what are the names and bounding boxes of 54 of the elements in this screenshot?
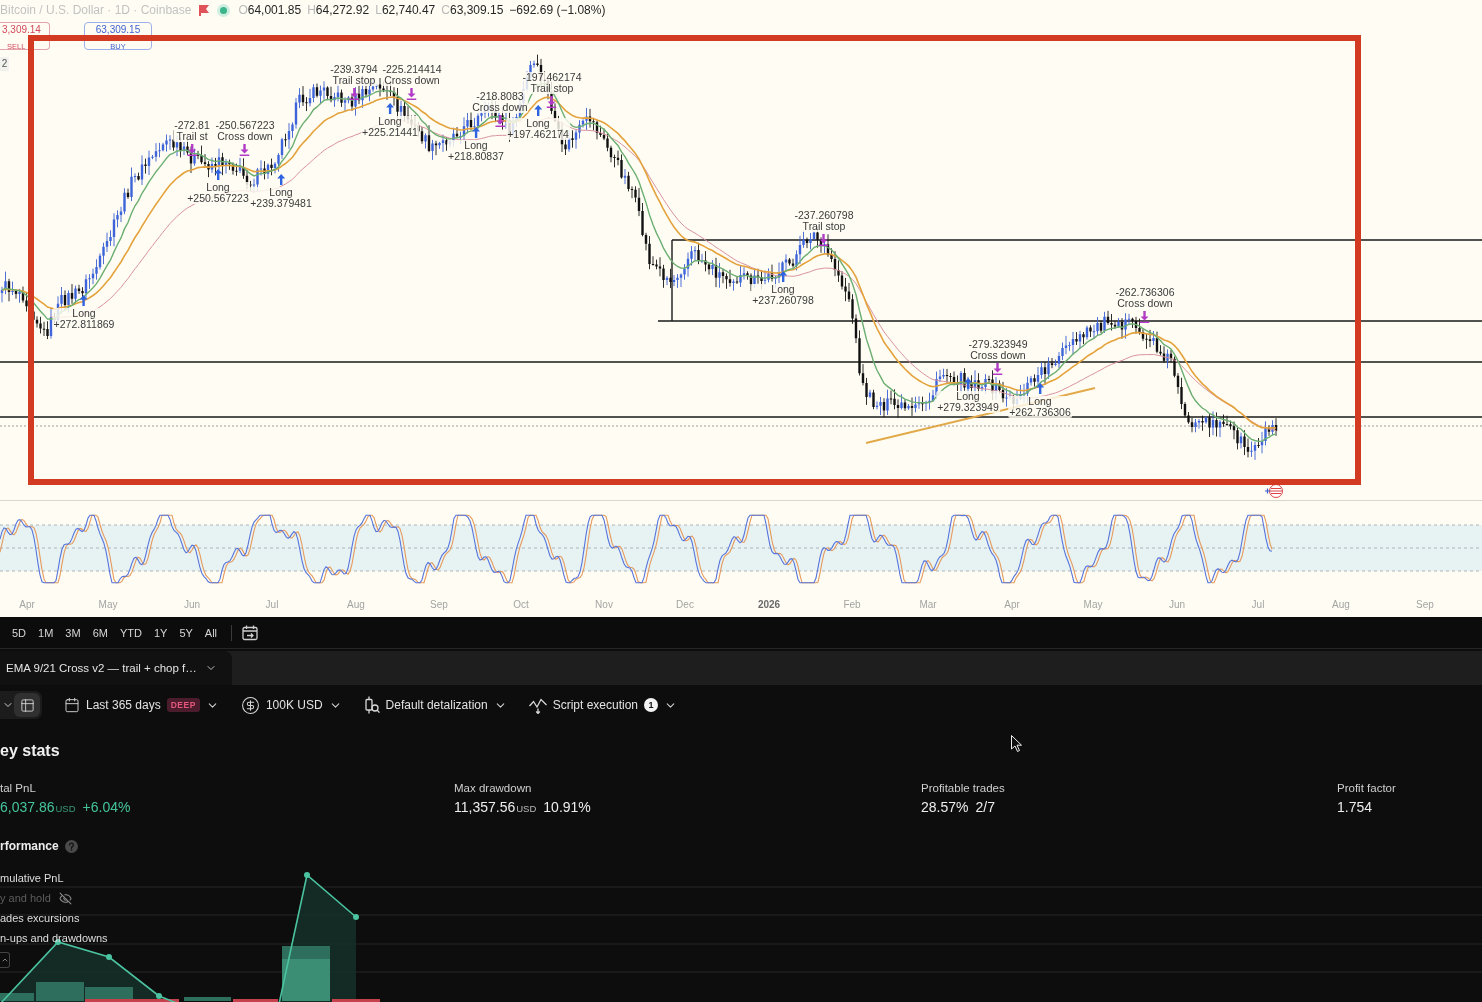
- axis-label: Apr: [1004, 598, 1020, 611]
- axis-label: Dec: [676, 598, 694, 611]
- activity-icon: [528, 696, 547, 714]
- axis-label: Mar: [919, 598, 937, 611]
- timeframe-button[interactable]: 1Y: [149, 624, 172, 641]
- axis-label: May: [98, 598, 118, 611]
- axis-label: Apr: [19, 598, 35, 611]
- timeframe-button[interactable]: 6M: [88, 624, 112, 641]
- axis-label: Oct: [513, 598, 529, 611]
- stat-secondary-value: +6.04%: [82, 798, 131, 817]
- data-badge: DEEP: [166, 698, 200, 712]
- timeframe-button[interactable]: 5D: [8, 624, 31, 641]
- axis-label: 2026: [757, 598, 781, 611]
- axis-label: Aug: [347, 598, 365, 611]
- axis-label: Jun: [183, 598, 201, 611]
- stat-secondary-value: 10.91%: [543, 798, 591, 817]
- section-title: ey stats: [0, 741, 60, 761]
- script-execution-dropdown[interactable]: Script execution 1: [528, 691, 678, 719]
- section-title: rformance: [0, 838, 59, 854]
- axis-label: Feb: [843, 598, 861, 611]
- candle-search-icon: [363, 696, 380, 714]
- stat-label: Profitable trades: [921, 781, 1005, 795]
- timeframe-button[interactable]: All: [200, 624, 222, 641]
- capital-dropdown[interactable]: 100K USD: [240, 691, 342, 719]
- table-icon: [19, 697, 35, 713]
- stat-value: 1.754: [1337, 798, 1373, 817]
- axis-label: Nov: [595, 598, 613, 611]
- stat-value: 6,037.86 USD: [0, 798, 76, 817]
- dollar-icon: [240, 695, 260, 715]
- axis-label: Aug: [1332, 598, 1350, 611]
- axis-label: May: [1083, 598, 1103, 611]
- timeframe-button[interactable]: 1M: [34, 624, 58, 641]
- timeframe-button[interactable]: YTD: [115, 624, 146, 641]
- stat-value: 28.57%: [921, 798, 969, 817]
- stat-label: Profit factor: [1337, 781, 1396, 795]
- axis-label: Jul: [265, 598, 279, 611]
- stat-label: Max drawdown: [454, 781, 532, 795]
- axis-label: Jul: [1251, 598, 1265, 611]
- timeframe-button[interactable]: 5Y: [175, 624, 197, 641]
- calendar-icon[interactable]: [242, 624, 259, 641]
- calendar-icon: [64, 697, 80, 713]
- axis-label: Sep: [1416, 598, 1434, 611]
- table-view-button[interactable]: [14, 693, 40, 717]
- timeframe-button[interactable]: 3M: [61, 624, 85, 641]
- stat-secondary-value: 2/7: [975, 798, 995, 817]
- stat-label: tal PnL: [0, 781, 36, 795]
- count-badge: 1: [644, 698, 659, 712]
- stat-value: 11,357.56 USD: [454, 798, 537, 817]
- mouse-pointer-icon: [1011, 735, 1022, 752]
- axis-label: Jun: [1168, 598, 1186, 611]
- date-range-dropdown[interactable]: Last 365 days DEEP: [64, 691, 219, 719]
- strategy-tab[interactable]: EMA 9/21 Cross v2 — trail + chop f…: [0, 651, 232, 685]
- axis-label: Sep: [430, 598, 448, 611]
- detalization-dropdown[interactable]: Default detalization: [363, 691, 507, 719]
